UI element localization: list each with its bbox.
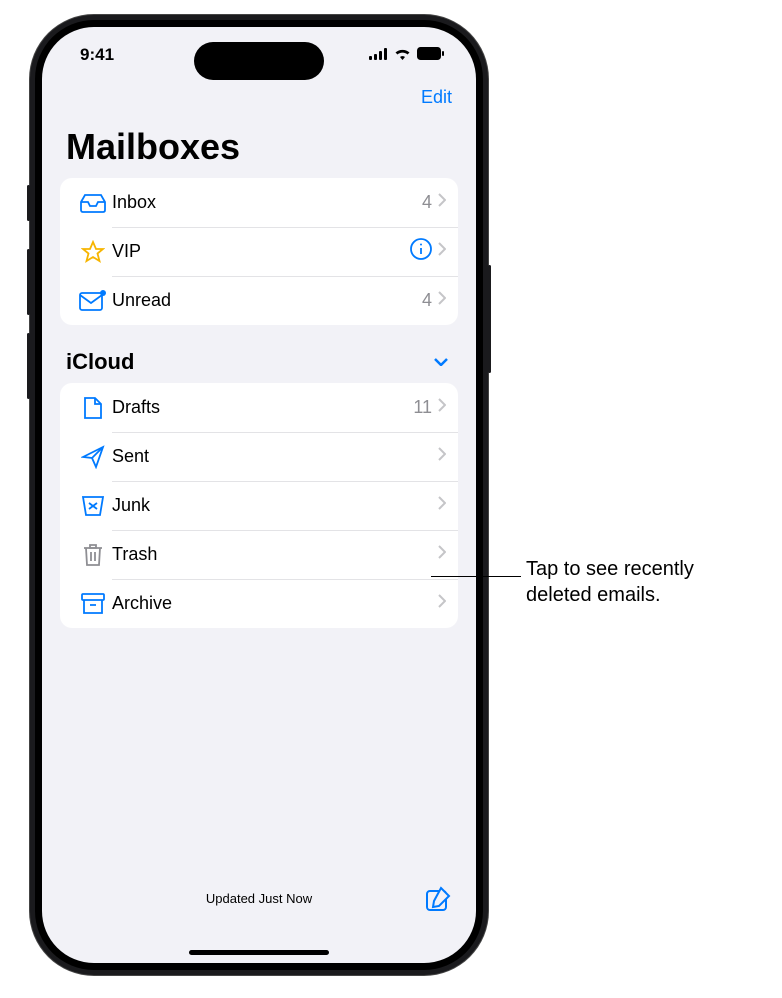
chevron-right-icon <box>438 291 446 310</box>
mailbox-inbox[interactable]: Inbox 4 <box>60 178 458 227</box>
mailbox-junk[interactable]: Junk <box>60 481 458 530</box>
chevron-right-icon <box>438 193 446 212</box>
info-icon[interactable] <box>410 238 432 265</box>
junk-icon <box>74 495 112 517</box>
mailbox-trash[interactable]: Trash <box>60 530 458 579</box>
send-icon <box>74 445 112 469</box>
mailbox-label: Junk <box>112 495 438 516</box>
chevron-down-icon <box>434 353 448 371</box>
mailbox-sent[interactable]: Sent <box>60 432 458 481</box>
mailbox-archive[interactable]: Archive <box>60 579 458 628</box>
compose-button[interactable] <box>424 885 452 918</box>
mailbox-count: 11 <box>413 397 432 418</box>
wifi-icon <box>394 45 411 65</box>
mailbox-label: VIP <box>112 241 410 262</box>
mailbox-drafts[interactable]: Drafts 11 <box>60 383 458 432</box>
mailbox-unread[interactable]: Unread 4 <box>60 276 458 325</box>
mailbox-label: Sent <box>112 446 438 467</box>
chevron-right-icon <box>438 545 446 564</box>
chevron-right-icon <box>438 447 446 466</box>
star-icon <box>74 240 112 264</box>
inbox-icon <box>74 193 112 213</box>
mailbox-label: Inbox <box>112 192 422 213</box>
home-indicator[interactable] <box>189 950 329 955</box>
toolbar-status: Updated Just Now <box>206 891 312 906</box>
chevron-right-icon <box>438 398 446 417</box>
section-title: iCloud <box>66 349 134 375</box>
mailbox-label: Drafts <box>112 397 413 418</box>
mailbox-label: Archive <box>112 593 438 614</box>
section-header-icloud[interactable]: iCloud <box>42 349 476 383</box>
mailbox-vip[interactable]: VIP <box>60 227 458 276</box>
chevron-right-icon <box>438 242 446 261</box>
chevron-right-icon <box>438 496 446 515</box>
unread-icon <box>74 290 112 312</box>
chevron-right-icon <box>438 594 446 613</box>
icloud-mailboxes-group: Drafts 11 Sent Junk <box>60 383 458 628</box>
mailbox-count: 4 <box>422 290 432 311</box>
page-title: Mailboxes <box>42 112 476 178</box>
doc-icon <box>74 396 112 420</box>
cellular-icon <box>369 45 388 65</box>
edit-button[interactable]: Edit <box>421 87 452 108</box>
trash-icon <box>74 543 112 567</box>
mailbox-count: 4 <box>422 192 432 213</box>
battery-icon <box>417 45 444 65</box>
status-time: 9:41 <box>80 45 114 65</box>
smart-mailboxes-group: Inbox 4 VIP <box>60 178 458 325</box>
mailbox-label: Unread <box>112 290 422 311</box>
mailbox-label: Trash <box>112 544 438 565</box>
callout-annotation: Tap to see recently deleted emails. <box>526 556 694 608</box>
archive-icon <box>74 593 112 615</box>
